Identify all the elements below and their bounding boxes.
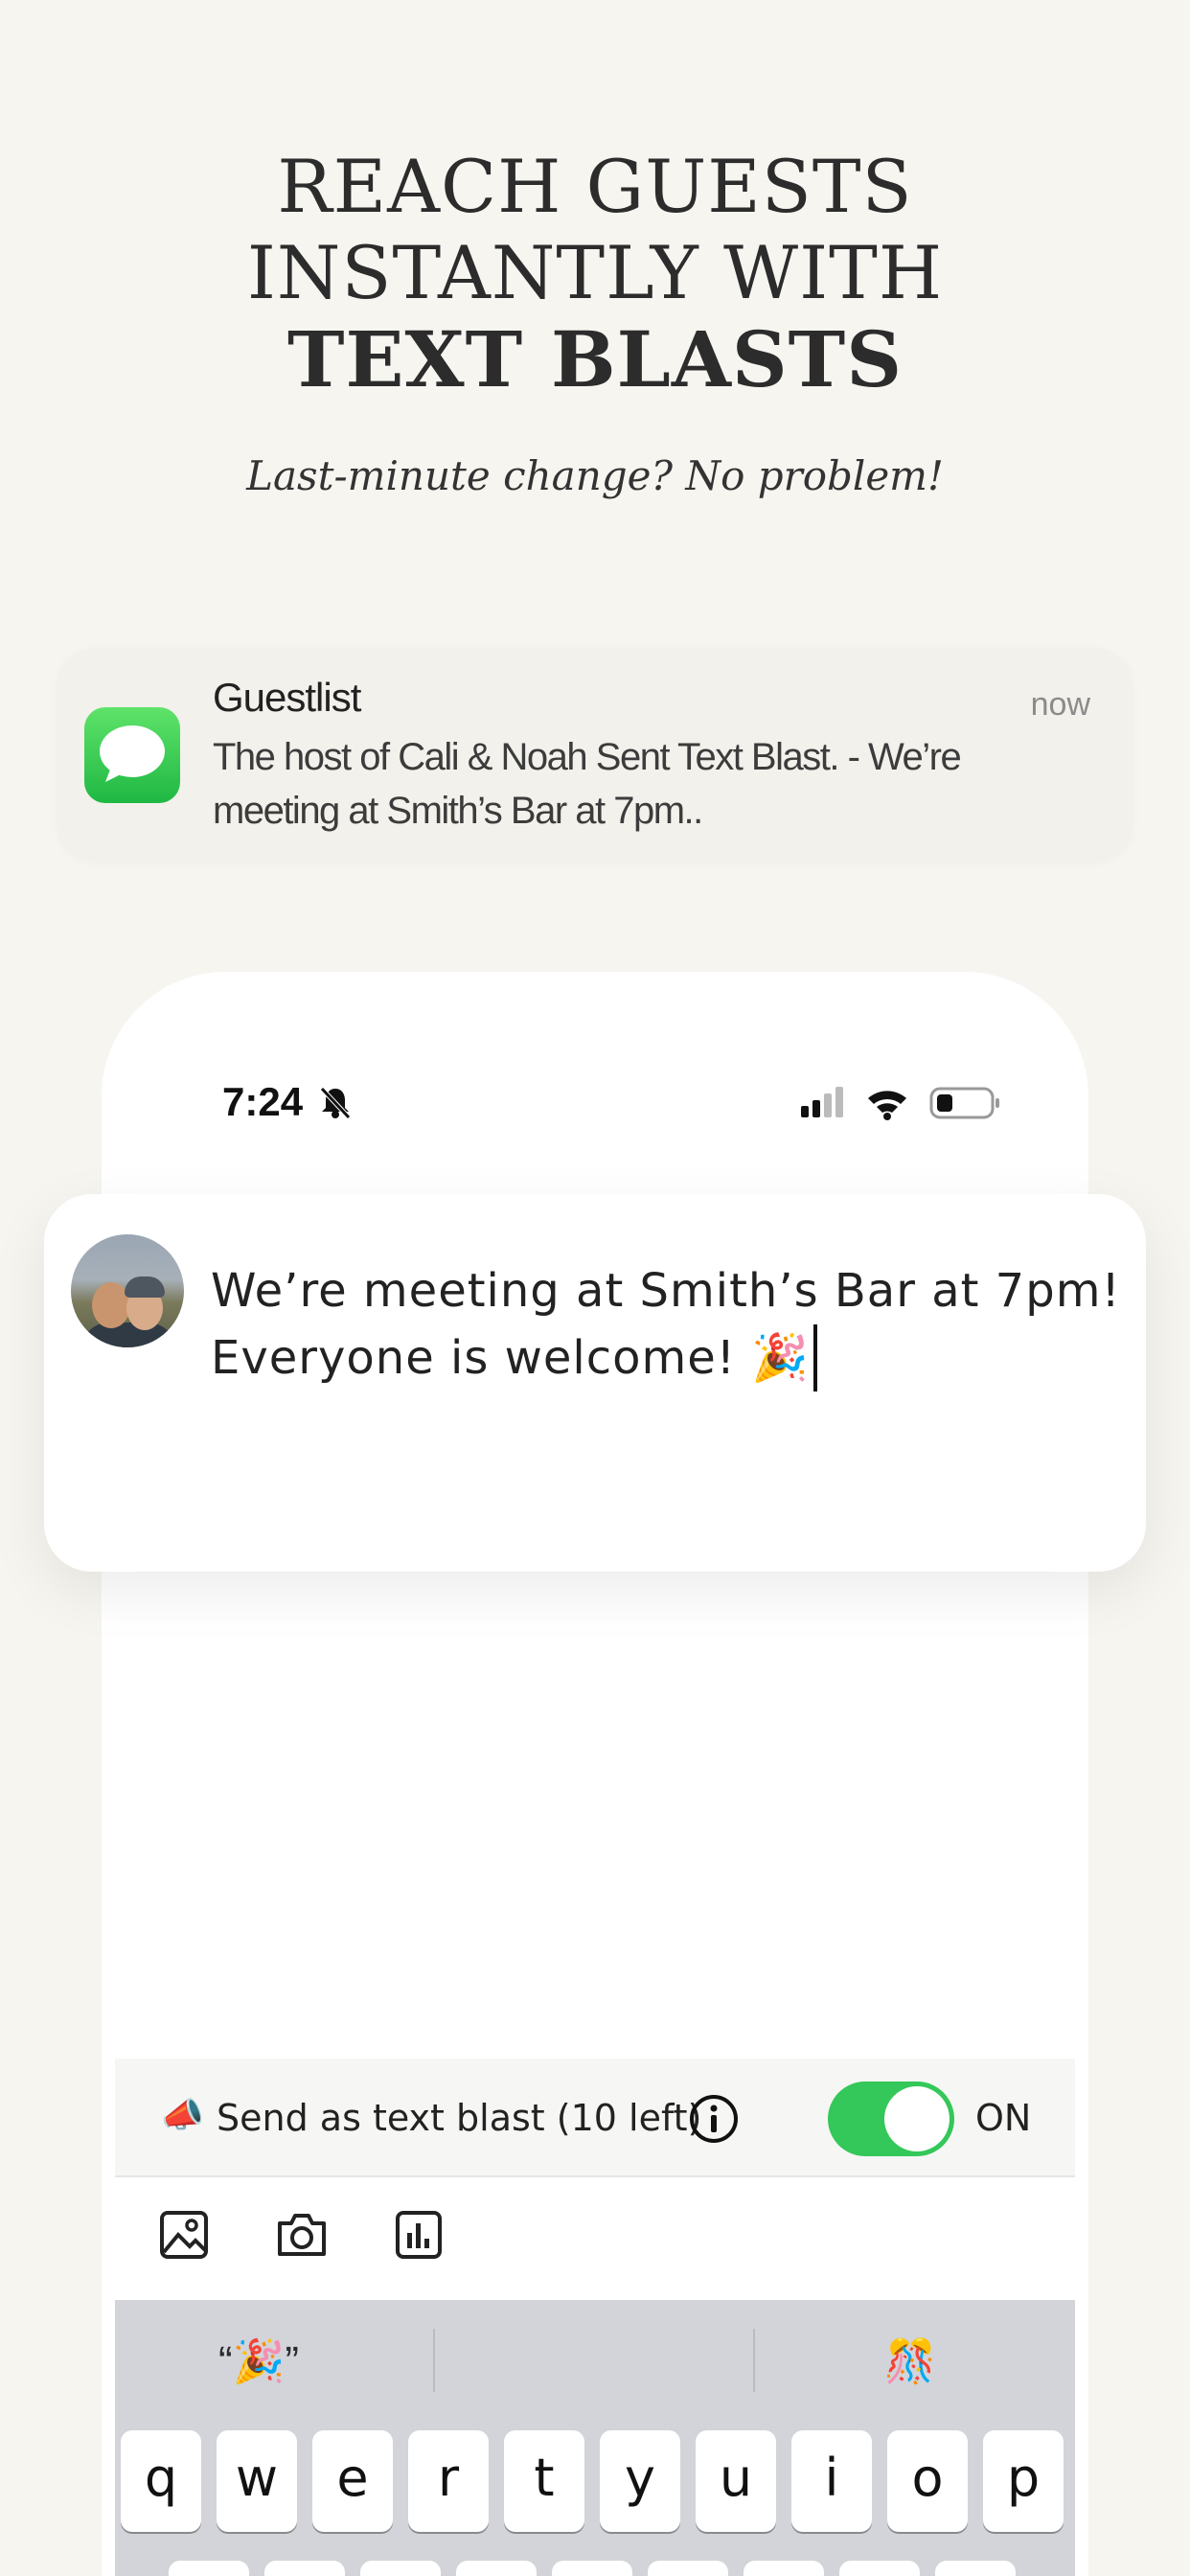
wifi-icon [868, 1091, 906, 1120]
hero-title: REACH GUESTS INSTANTLY WITH TEXT BLASTS [0, 144, 1190, 402]
key-t[interactable]: t [504, 2430, 584, 2532]
notification-banner[interactable]: Guestlist now The host of Cali & Noah Se… [57, 648, 1133, 861]
info-icon[interactable] [688, 2093, 740, 2150]
bell-slash-icon [318, 1085, 353, 1124]
key-r[interactable]: r [408, 2430, 489, 2532]
avatar [71, 1234, 184, 1347]
notification-app-name: Guestlist [213, 675, 361, 720]
key-row2[interactable] [839, 2561, 920, 2576]
key-q[interactable]: q [121, 2430, 201, 2532]
battery-icon [929, 1087, 999, 1119]
message-input[interactable]: We’re meeting at Smith’s Bar at 7pm! Eve… [211, 1257, 1131, 1392]
toggle-state-label: ON [975, 2097, 1032, 2139]
key-o[interactable]: o [887, 2430, 968, 2532]
message-composer[interactable]: We’re meeting at Smith’s Bar at 7pm! Eve… [44, 1194, 1146, 1572]
hero-line-2: INSTANTLY WITH [246, 230, 944, 315]
notification-body: The host of Cali & Noah Sent Text Blast.… [213, 736, 962, 832]
key-u[interactable]: u [696, 2430, 776, 2532]
text-blast-label: Send as text blast (10 left) [217, 2097, 702, 2139]
message-text: We’re meeting at Smith’s Bar at 7pm! Eve… [211, 1264, 1121, 1385]
key-i[interactable]: i [791, 2430, 872, 2532]
messages-icon [84, 707, 180, 803]
key-y[interactable]: y [600, 2430, 680, 2532]
megaphone-icon: 📣 [161, 2095, 204, 2134]
notification-time: now [1030, 686, 1090, 723]
suggestion-divider [753, 2329, 755, 2392]
text-caret [813, 1324, 818, 1392]
key-e[interactable]: e [312, 2430, 393, 2532]
poll-icon[interactable] [395, 2210, 443, 2265]
hero-line-3: TEXT BLASTS [287, 314, 903, 404]
key-row2[interactable] [264, 2561, 345, 2576]
hero-subtitle: Last-minute change? No problem! [246, 452, 944, 499]
toggle-knob [884, 2086, 950, 2151]
signal-icon [801, 1087, 843, 1117]
key-row2[interactable] [648, 2561, 728, 2576]
key-row2[interactable] [744, 2561, 824, 2576]
key-w[interactable]: w [217, 2430, 297, 2532]
text-blast-bar: 📣 Send as text blast (10 left) ON [115, 2058, 1075, 2177]
key-row2[interactable] [169, 2561, 249, 2576]
text-blast-toggle[interactable] [828, 2082, 954, 2156]
status-time: 7:24 [222, 1079, 304, 1124]
hero-line-1: REACH GUESTS [277, 144, 913, 229]
suggestion-divider [433, 2329, 435, 2392]
key-row2[interactable] [456, 2561, 537, 2576]
key-row2[interactable] [360, 2561, 441, 2576]
keyboard: “🎉” 🎊 q w e r t y u i o p [115, 2300, 1075, 2576]
status-icons [801, 1085, 1012, 1128]
composer-toolbar [115, 2177, 1075, 2300]
camera-icon[interactable] [276, 2210, 328, 2263]
key-row2[interactable] [552, 2561, 632, 2576]
suggestion-1[interactable]: “🎉” [115, 2336, 402, 2386]
key-row2[interactable] [935, 2561, 1016, 2576]
suggestion-3[interactable]: 🎊 [767, 2336, 1054, 2386]
image-icon[interactable] [159, 2210, 209, 2265]
key-p[interactable]: p [983, 2430, 1064, 2532]
